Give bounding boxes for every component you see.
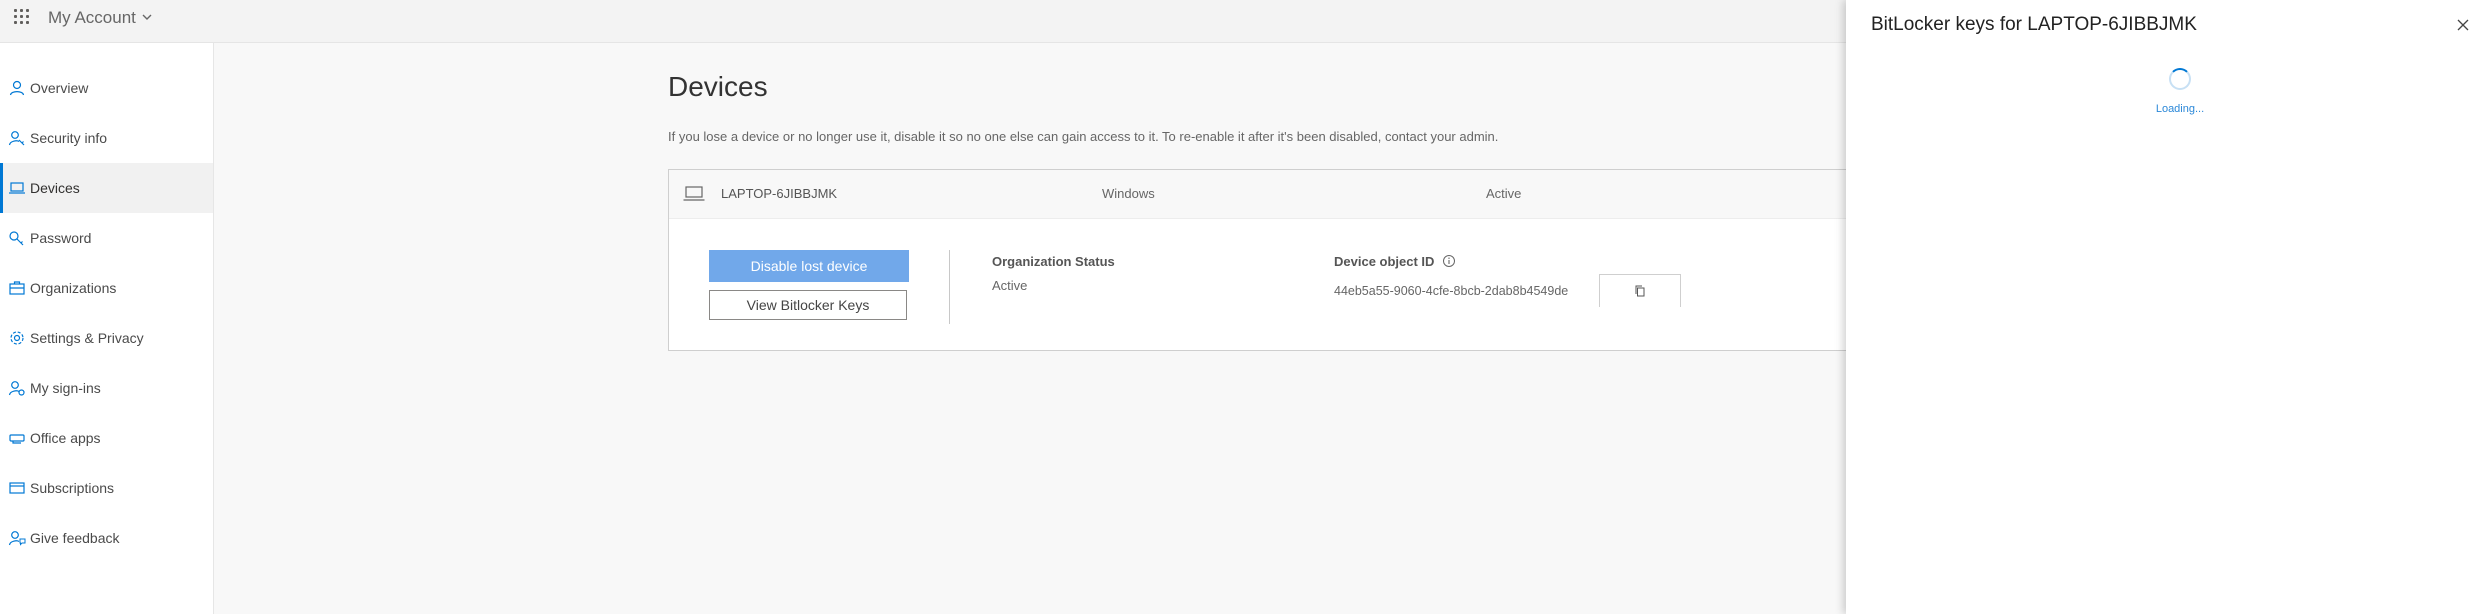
sign-ins-icon (8, 381, 25, 396)
close-icon[interactable] (2454, 16, 2472, 34)
loading-spinner (2169, 68, 2191, 90)
sidebar-item-label: Subscriptions (30, 480, 115, 496)
copy-button[interactable] (1599, 274, 1681, 307)
org-status-label: Organization Status (992, 254, 1115, 269)
sidebar-item-label: Give feedback (30, 530, 120, 546)
gear-icon (10, 331, 24, 345)
laptop-icon (683, 186, 705, 201)
sidebar-item-settings-privacy[interactable]: Settings & Privacy (0, 313, 213, 363)
sidebar-item-devices[interactable]: Devices (0, 163, 213, 213)
sidebar-item-label: Office apps (30, 430, 101, 446)
sidebar-item-subscriptions[interactable]: Subscriptions (0, 463, 213, 513)
person-icon (9, 80, 25, 96)
sidebar-item-label: Devices (30, 180, 80, 196)
copy-icon (1635, 285, 1645, 297)
panel-title: BitLocker keys for LAPTOP-6JIBBJMK (1871, 14, 2197, 35)
security-info-icon (8, 131, 25, 146)
device-card: LAPTOP-6JIBBJMK Windows Active Disable l… (668, 169, 1870, 351)
vertical-divider (949, 250, 950, 324)
disable-lost-device-button[interactable]: Disable lost device (709, 250, 909, 282)
laptop-icon (9, 182, 25, 194)
sidebar-item-security-info[interactable]: Security info (0, 113, 213, 163)
sidebar-item-label: Overview (30, 80, 89, 96)
device-name: LAPTOP-6JIBBJMK (721, 186, 838, 201)
info-icon[interactable] (1442, 254, 1456, 268)
feedback-icon (8, 531, 26, 546)
device-object-id-label: Device object ID (1334, 254, 1435, 269)
apps-icon (9, 434, 25, 444)
sidebar-item-password[interactable]: Password (0, 213, 213, 263)
app-title[interactable]: My Account (48, 8, 136, 28)
device-state: Active (1486, 186, 1522, 201)
sidebar-item-label: Password (30, 230, 92, 246)
view-bitlocker-keys-button[interactable]: View Bitlocker Keys (709, 290, 907, 320)
sidebar-item-overview[interactable]: Overview (0, 63, 213, 113)
org-status-value: Active (992, 278, 1028, 293)
page-title: Devices (668, 71, 768, 102)
page-description: If you lose a device or no longer use it… (668, 129, 1499, 144)
key-icon (9, 231, 24, 246)
sidebar-item-give-feedback[interactable]: Give feedback (0, 513, 213, 563)
main-content: Devices If you lose a device or no longe… (214, 43, 1870, 614)
briefcase-icon (9, 281, 25, 295)
sidebar-item-label: Settings & Privacy (30, 330, 144, 346)
sidebar-item-office-apps[interactable]: Office apps (0, 413, 213, 463)
device-card-header[interactable]: LAPTOP-6JIBBJMK Windows Active (669, 170, 1869, 219)
sidebar-item-label: Security info (30, 130, 108, 146)
loading-text: Loading... (2155, 103, 2205, 115)
chevron-down-icon[interactable] (140, 10, 154, 24)
subscriptions-icon (9, 482, 25, 494)
sidebar-item-label: My sign-ins (30, 380, 101, 396)
bitlocker-panel: BitLocker keys for LAPTOP-6JIBBJMK Loadi… (1846, 0, 2472, 614)
device-os: Windows (1102, 186, 1155, 201)
sidebar: Overview Security info Devices Password … (0, 43, 214, 614)
sidebar-item-my-sign-ins[interactable]: My sign-ins (0, 363, 213, 413)
sidebar-item-organizations[interactable]: Organizations (0, 263, 213, 313)
sidebar-item-label: Organizations (30, 280, 117, 296)
device-object-id-value: 44eb5a55-9060-4cfe-8bcb-2dab8b4549de (1334, 284, 1569, 298)
app-launcher-icon[interactable] (14, 9, 30, 25)
